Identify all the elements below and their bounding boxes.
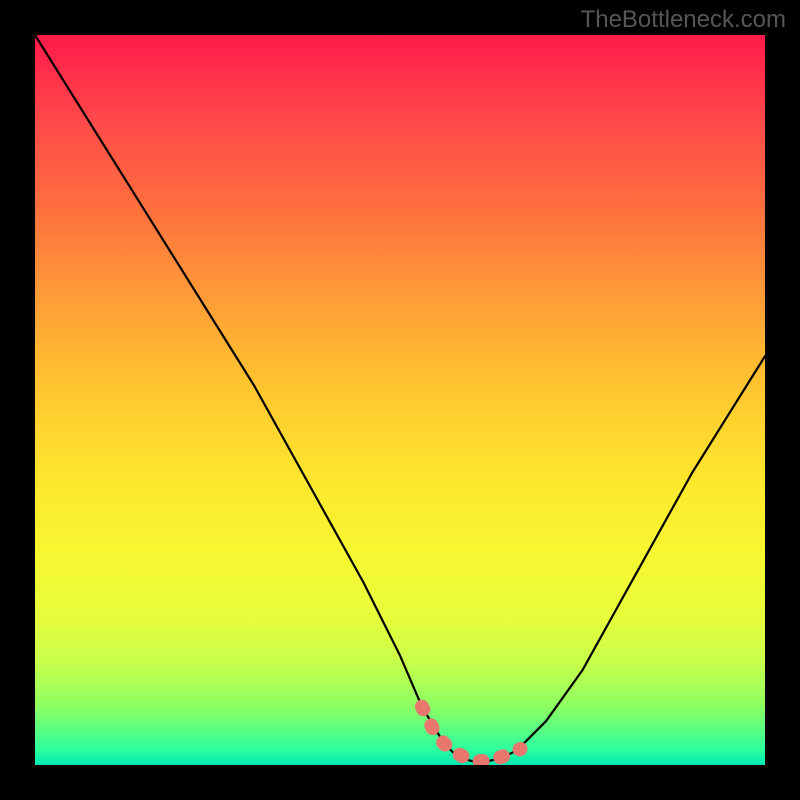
- watermark-text: TheBottleneck.com: [581, 6, 786, 34]
- chart-frame: TheBottleneck.com: [0, 0, 800, 800]
- optimal-range-marker: [35, 35, 765, 765]
- plot-area: [35, 35, 765, 765]
